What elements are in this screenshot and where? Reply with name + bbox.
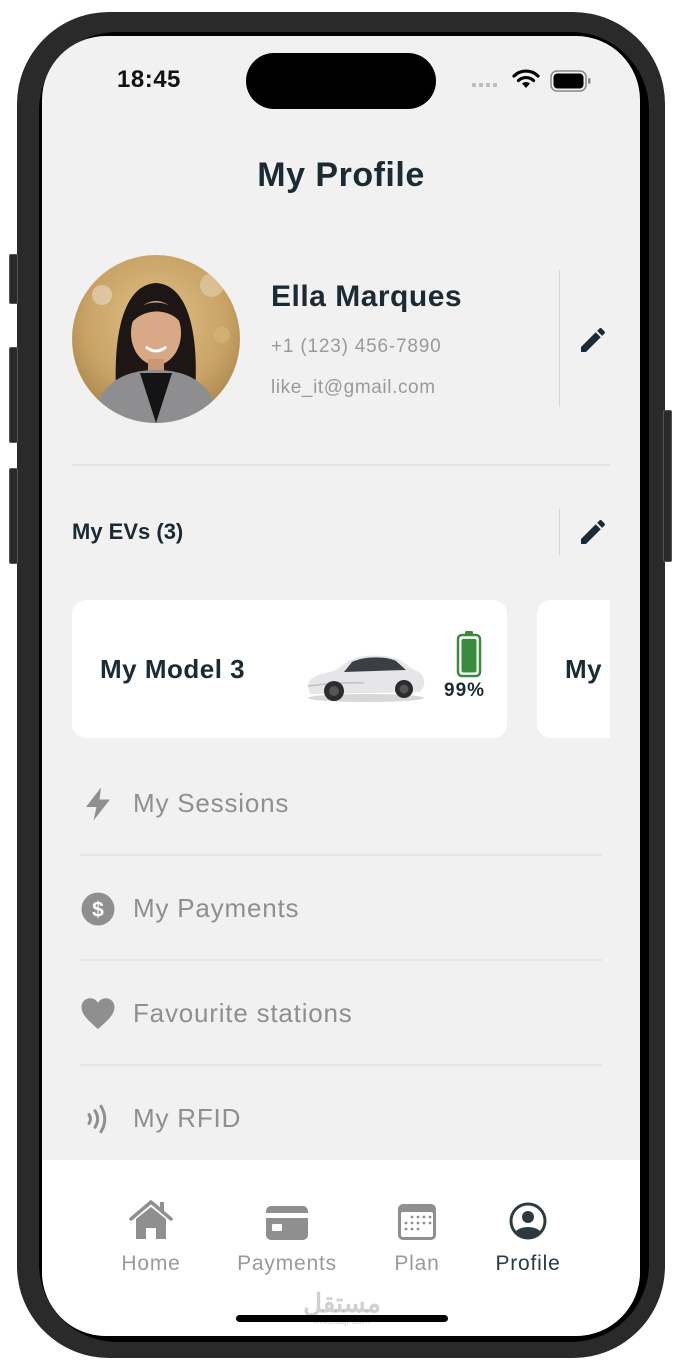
section-divider [72,464,610,466]
dynamic-island [246,53,436,109]
menu-divider [80,854,602,856]
menu-item-my-payments[interactable]: $ My Payments [80,857,602,957]
ev-battery-percent: 99% [444,680,486,701]
rfid-icon [87,1104,107,1134]
battery-icon [550,70,591,92]
tab-profile[interactable]: Profile [463,1196,593,1276]
tab-label: Home [121,1252,181,1275]
cellular-signal-icon [472,83,497,87]
menu-item-my-rfid[interactable]: My RFID [80,1067,602,1167]
tab-payments[interactable]: Payments [222,1196,352,1276]
tab-label: Payments [237,1252,337,1275]
profile-phone: +1 (123) 456-7890 [271,336,442,357]
home-indicator[interactable] [236,1315,448,1322]
menu-divider [80,959,602,961]
page-title: My Profile [257,156,425,194]
tab-home[interactable]: Home [86,1196,216,1276]
volume-down-button [9,468,18,564]
calendar-icon [398,1204,436,1240]
vertical-divider [559,509,560,555]
heart-icon [81,998,115,1029]
menu-label: My RFID [133,1103,242,1133]
dollar-icon: $ [81,892,115,926]
wifi-icon [512,69,540,88]
screen: 18:45 My Profile Ella Marques +1 (123) 4… [42,36,640,1336]
ev-name: My [565,654,603,684]
action-button [9,254,18,304]
menu-label: My Payments [133,893,300,923]
profile-icon [509,1202,547,1240]
ev-card[interactable]: My Model 3 99% [72,600,507,738]
edit-profile-pencil-icon[interactable] [577,324,609,356]
status-time: 18:45 [117,66,181,93]
profile-name: Ella Marques [271,280,463,313]
menu-divider [80,1064,602,1066]
menu-label: My Sessions [133,788,290,818]
menu-label: Favourite stations [133,998,353,1028]
edit-evs-pencil-icon[interactable] [577,516,609,548]
power-button [663,410,672,562]
car-image [307,655,425,702]
ev-battery-icon [456,631,482,678]
tab-label: Profile [495,1252,561,1275]
vertical-divider [559,270,560,407]
svg-text:$: $ [92,899,104,922]
credit-card-icon [266,1206,308,1240]
ev-name: My Model 3 [100,654,246,684]
profile-email: like_it@gmail.com [271,377,436,398]
home-icon [129,1200,173,1239]
menu-item-my-sessions[interactable]: My Sessions [80,752,602,852]
avatar[interactable] [72,255,240,423]
user-photo [72,255,240,423]
menu-item-favourite-stations[interactable]: Favourite stations [80,962,602,1062]
ev-card[interactable]: My [537,600,610,738]
lightning-icon [86,787,110,821]
volume-up-button [9,347,18,443]
evs-section-title: My EVs (3) [72,519,184,544]
watermark-arabic: مستقل [303,1288,381,1318]
